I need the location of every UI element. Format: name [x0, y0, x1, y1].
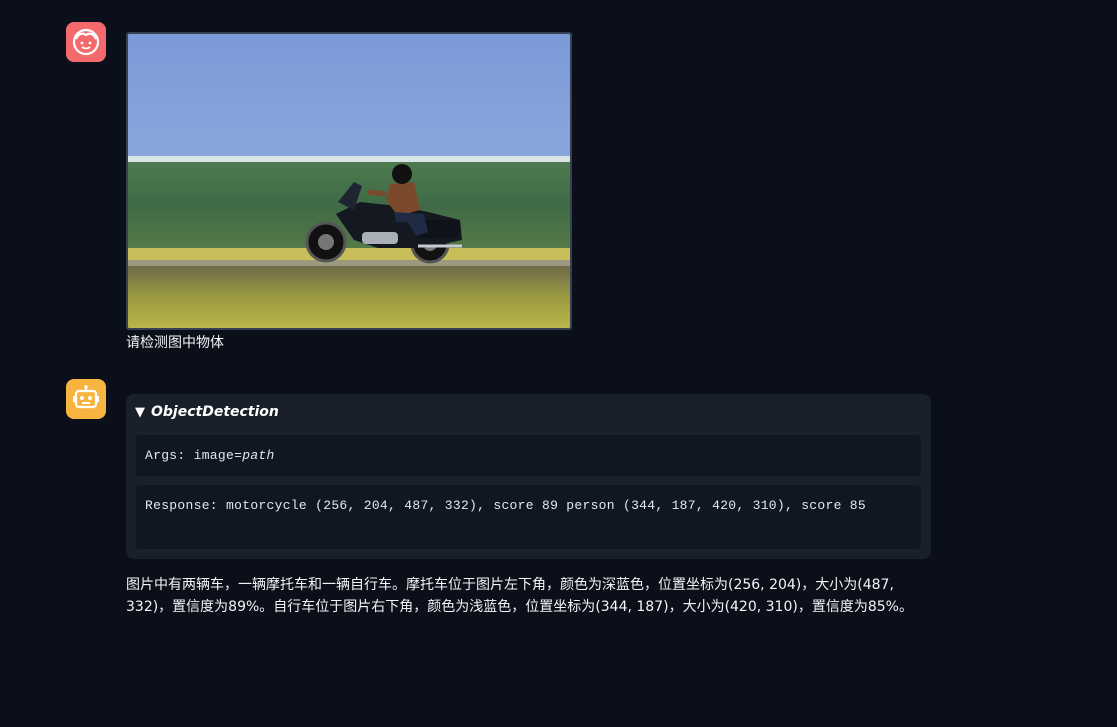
bot-avatar [66, 379, 106, 419]
bot-answer-text: 图片中有两辆车，一辆摩托车和一辆自行车。摩托车位于图片左下角，颜色为深蓝色，位置… [126, 577, 913, 615]
user-avatar [66, 22, 106, 62]
tool-name: ObjectDetection [151, 404, 279, 420]
motorcycle-rider-photo [128, 34, 570, 328]
tool-call-toggle[interactable]: ▼ ObjectDetection [135, 404, 279, 420]
tool-call-card: ▼ ObjectDetection Args: image=path Respo… [126, 394, 931, 559]
tool-args-prefix: Args: image= [145, 448, 243, 463]
collapse-triangle-icon: ▼ [135, 404, 145, 420]
tool-response-box: Response: motorcycle (256, 204, 487, 332… [136, 485, 921, 549]
chat-page: 请检测图中物体 ▼ ObjectDetection Args: image=pa… [0, 0, 1117, 727]
tool-args-box: Args: image=path [136, 435, 921, 476]
user-face-icon [72, 28, 100, 56]
tool-response-text: Response: motorcycle (256, 204, 487, 332… [145, 498, 867, 513]
user-message-text: 请检测图中物体 [126, 335, 224, 351]
robot-icon [73, 385, 99, 409]
uploaded-image[interactable] [126, 32, 572, 330]
tool-args-value: path [242, 448, 275, 463]
